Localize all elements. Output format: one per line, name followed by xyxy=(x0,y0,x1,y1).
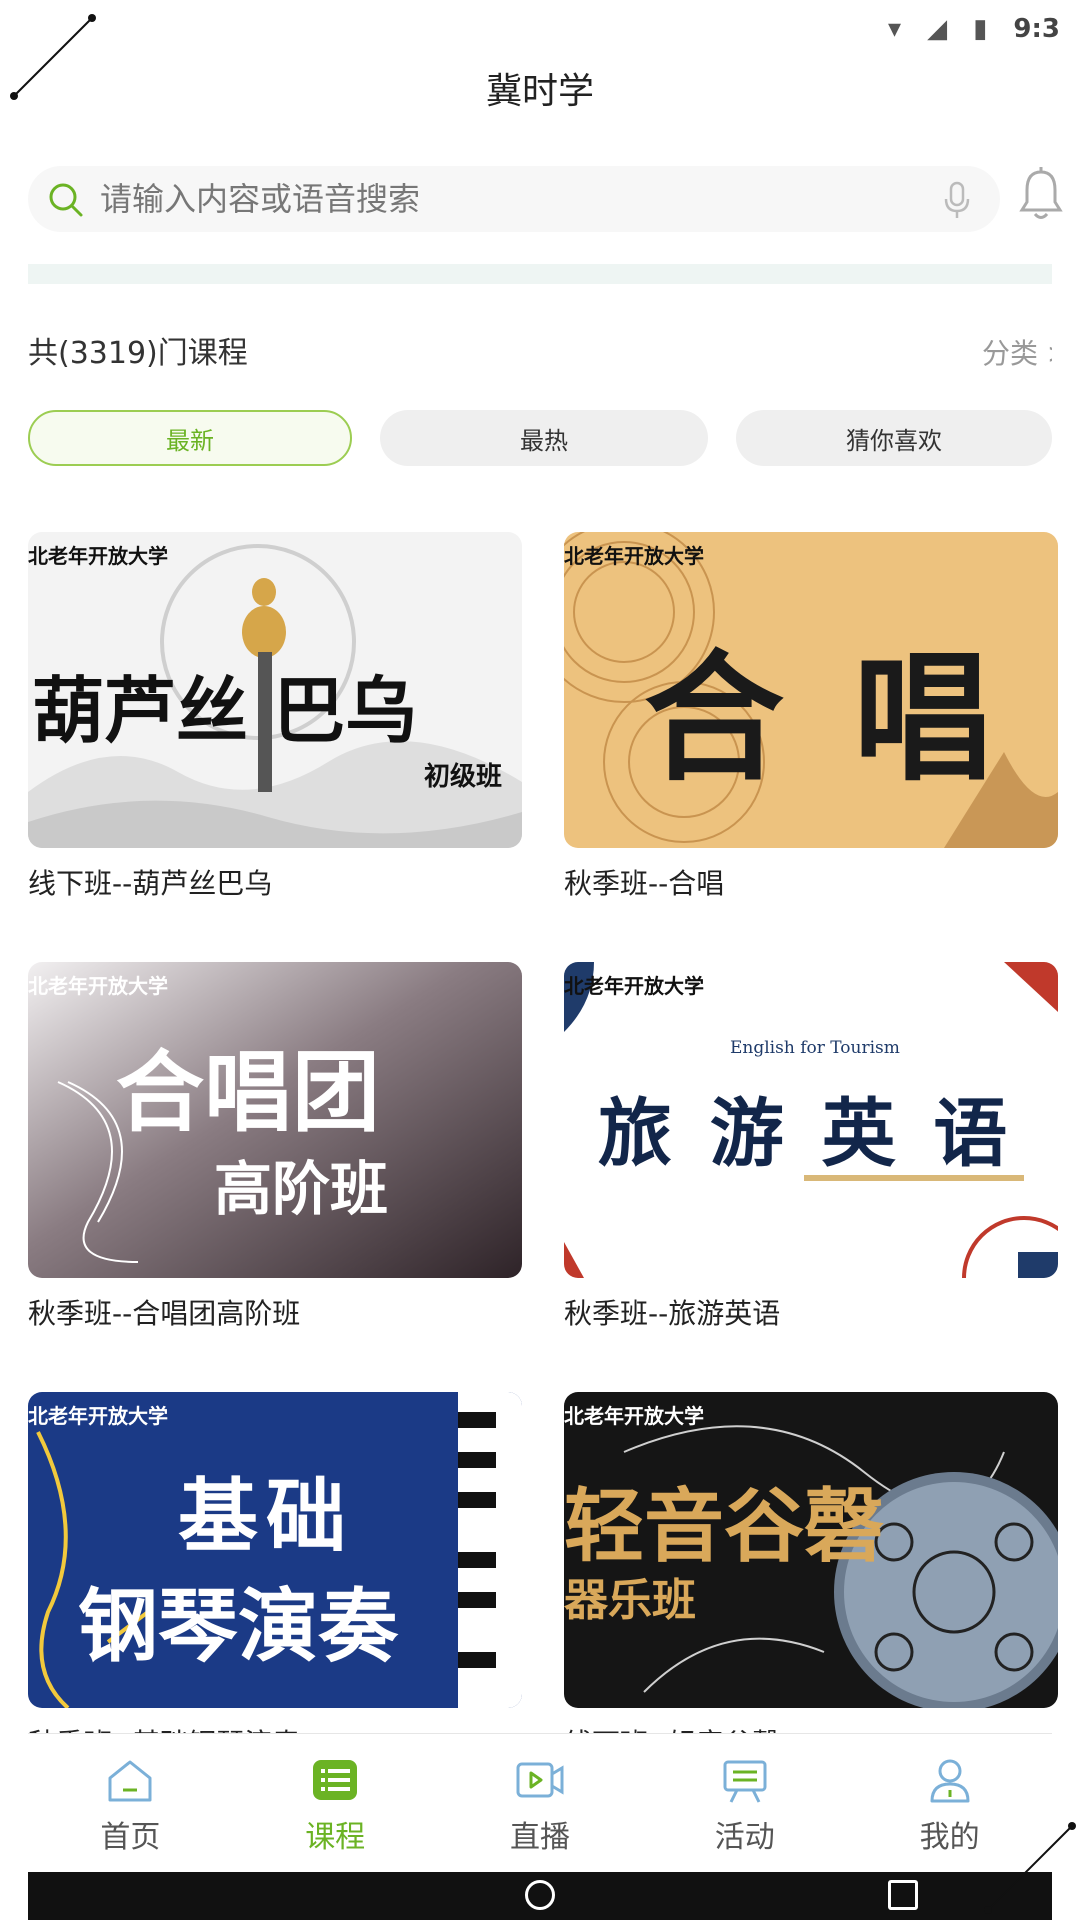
thumbnail-tag: 北老年开放大学 xyxy=(28,544,168,568)
course-card[interactable]: 北老年开放大学 基础 钢琴演奏 秋季班--基础钢琴演奏 xyxy=(28,1392,522,1760)
course-card[interactable]: 北老年开放大学 English for Tourism 旅 游 英 语 秋季班-… xyxy=(564,962,1058,1330)
microphone-icon[interactable] xyxy=(940,180,974,220)
thumbnail-headline: 葫芦丝 巴乌 xyxy=(32,668,418,753)
corner-marker xyxy=(984,1822,1076,1914)
signal-icon: ◢ xyxy=(927,14,948,44)
search-icon xyxy=(49,183,83,217)
thumbnail-subline: English for Tourism xyxy=(730,1038,900,1058)
profile-icon xyxy=(930,1759,970,1803)
recents-icon[interactable] xyxy=(888,1880,918,1910)
thumbnail-headline: 轻音谷磬 xyxy=(564,1480,884,1573)
app-title: 冀时学 xyxy=(485,71,594,112)
tab-activities[interactable]: 活动 xyxy=(642,1734,847,1870)
battery-icon: ▮ xyxy=(973,14,988,44)
wifi-icon: ▾ xyxy=(888,14,902,44)
course-title[interactable]: 秋季班--旅游英语 xyxy=(564,1292,780,1332)
thumbnail-subline: 器乐班 xyxy=(564,1575,696,1626)
tab-label: 课程 xyxy=(305,1820,366,1855)
bottom-tab-bar: 首页 课程 直播 活动 我的 xyxy=(28,1733,1052,1870)
search-box[interactable] xyxy=(28,166,1000,232)
thumbnail-subline: 高阶班 xyxy=(214,1155,389,1223)
thumbnail-subline: 钢琴演奏 xyxy=(78,1580,398,1673)
thumbnail-headline: 合 唱 xyxy=(644,638,1003,801)
tab-courses[interactable]: 课程 xyxy=(233,1734,438,1870)
home-button-icon[interactable] xyxy=(525,1880,555,1910)
thumbnail-tag: 北老年开放大学 xyxy=(564,1404,704,1428)
course-thumbnail[interactable]: 北老年开放大学 基础 钢琴演奏 xyxy=(28,1392,522,1708)
course-thumbnail[interactable]: 北老年开放大学 轻音谷磬 器乐班 xyxy=(564,1392,1058,1708)
home-icon xyxy=(108,1760,152,1802)
filter-chip-label: 最热 xyxy=(520,426,568,455)
thumbnail-subline: 初级班 xyxy=(424,762,503,792)
thumbnail-headline: 基础 xyxy=(178,1470,354,1563)
notification-bell-icon[interactable] xyxy=(1018,166,1064,222)
tab-label: 我的 xyxy=(919,1820,980,1855)
filter-row: 最新 最热 猜你喜欢 xyxy=(28,410,1052,466)
course-card[interactable]: 北老年开放大学 合唱团 高阶班 秋季班--合唱团高阶班 xyxy=(28,962,522,1330)
course-title[interactable]: 秋季班--合唱团高阶班 xyxy=(28,1292,300,1332)
activity-board-icon xyxy=(723,1760,767,1803)
thumbnail-headline: 旅 游 英 语 xyxy=(598,1091,1014,1177)
filter-chip-label: 猜你喜欢 xyxy=(846,426,942,455)
filter-chip-newest[interactable]: 最新 xyxy=(28,410,352,466)
status-bar: ▾ ◢ ▮ 9:3 xyxy=(0,0,1080,50)
thumbnail-headline: 合唱团 xyxy=(116,1041,381,1144)
tab-label: 活动 xyxy=(714,1820,775,1855)
course-title[interactable]: 线下班--葫芦丝巴乌 xyxy=(28,862,272,902)
course-thumbnail[interactable]: 北老年开放大学 English for Tourism 旅 游 英 语 xyxy=(564,962,1058,1278)
course-thumbnail[interactable]: 北老年开放大学 合唱团 高阶班 xyxy=(28,962,522,1278)
tab-label: 首页 xyxy=(100,1820,161,1855)
system-nav-bar xyxy=(28,1872,1052,1920)
search-input[interactable] xyxy=(100,166,900,232)
tab-live[interactable]: 直播 xyxy=(438,1734,643,1870)
course-card[interactable]: 北老年开放大学 轻音谷磬 器乐班 线下班--轻音谷磬 xyxy=(564,1392,1058,1760)
tab-home[interactable]: 首页 xyxy=(28,1734,233,1870)
filter-chip-recommended[interactable]: 猜你喜欢 xyxy=(736,410,1052,466)
back-icon[interactable] xyxy=(178,1880,208,1910)
course-count: 共(3319)门课程 xyxy=(28,336,248,371)
filter-chip-hottest[interactable]: 最热 xyxy=(380,410,708,466)
course-list-icon xyxy=(313,1760,358,1800)
live-video-icon xyxy=(516,1762,564,1798)
filter-chip-label: 最新 xyxy=(166,426,214,455)
thumbnail-tag: 北老年开放大学 xyxy=(564,974,704,998)
category-link[interactable]: 分类 > xyxy=(982,332,1052,372)
course-card[interactable]: 北老年开放大学 葫芦丝 巴乌 初级班 线下班--葫芦丝巴乌 xyxy=(28,532,522,900)
status-time: 9:3 xyxy=(1013,14,1060,44)
corner-marker xyxy=(10,14,96,100)
thumbnail-tag: 北老年开放大学 xyxy=(564,544,704,568)
banner-strip xyxy=(28,264,1052,284)
tab-label: 直播 xyxy=(509,1820,570,1855)
course-thumbnail[interactable]: 北老年开放大学 葫芦丝 巴乌 初级班 xyxy=(28,532,522,848)
course-title[interactable]: 秋季班--合唱 xyxy=(564,862,724,902)
thumbnail-tag: 北老年开放大学 xyxy=(28,1404,168,1428)
status-icons: ▾ ◢ ▮ 9:3 xyxy=(888,14,1060,44)
course-card[interactable]: 北老年开放大学 合 唱 秋季班--合唱 xyxy=(564,532,1058,900)
search-row xyxy=(28,166,1068,232)
course-thumbnail[interactable]: 北老年开放大学 合 唱 xyxy=(564,532,1058,848)
thumbnail-tag: 北老年开放大学 xyxy=(28,974,168,998)
